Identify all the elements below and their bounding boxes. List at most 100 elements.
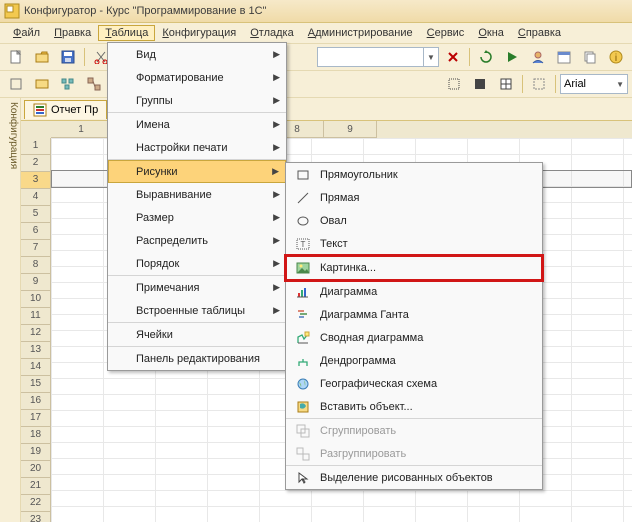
submenu-label: Овал — [320, 215, 347, 227]
menu-item[interactable]: Рисунки▶ — [108, 160, 286, 183]
submenu-label: Вставить объект... — [320, 401, 413, 413]
menu-окна[interactable]: Окна — [471, 25, 511, 41]
menu-item[interactable]: Ячейки — [108, 323, 286, 347]
submenu-item[interactable]: Вставить объект... — [286, 395, 542, 419]
document-tab[interactable]: Отчет Пр — [24, 100, 107, 119]
row-header[interactable]: 21 — [21, 478, 51, 495]
menu-конфигурация[interactable]: Конфигурация — [155, 25, 243, 41]
menu-item[interactable]: Встроенные таблицы▶ — [108, 299, 286, 323]
group-icon — [294, 422, 312, 440]
menu-item[interactable]: Вид▶ — [108, 43, 286, 66]
box-icon[interactable] — [4, 73, 28, 95]
menu-item[interactable]: Выравнивание▶ — [108, 183, 286, 206]
row-header[interactable]: 15 — [21, 376, 51, 393]
row-header[interactable]: 22 — [21, 495, 51, 512]
submenu-item: Сгруппировать — [286, 419, 542, 442]
menu-отладка[interactable]: Отладка — [243, 25, 301, 41]
geo-icon — [294, 375, 312, 393]
cell-icon[interactable] — [494, 73, 518, 95]
sheet-corner[interactable] — [21, 121, 52, 139]
toolbar-separator — [84, 48, 85, 66]
side-tab-configuration[interactable]: Конфигурация — [0, 98, 21, 522]
menu-item[interactable]: Группы▶ — [108, 89, 286, 113]
row-header[interactable]: 7 — [21, 240, 51, 257]
row-header[interactable]: 18 — [21, 427, 51, 444]
submenu-item[interactable]: Географическая схема — [286, 372, 542, 395]
submenu-item[interactable]: Выделение рисованных объектов — [286, 466, 542, 489]
row-header[interactable]: 14 — [21, 359, 51, 376]
row-header[interactable]: 4 — [21, 189, 51, 206]
row-header[interactable]: 11 — [21, 308, 51, 325]
picture-icon — [294, 259, 312, 277]
row-header[interactable]: 2 — [21, 155, 51, 172]
document-icon — [33, 103, 47, 117]
menu-файл[interactable]: Файл — [6, 25, 47, 41]
new-file-icon[interactable] — [4, 46, 28, 68]
row-headers: 1234567891011121314151617181920212223242… — [21, 138, 51, 522]
menu-администрирование[interactable]: Администрирование — [301, 25, 420, 41]
play-icon[interactable] — [500, 46, 524, 68]
menu-сервис[interactable]: Сервис — [420, 25, 472, 41]
submenu-label: Диаграмма Ганта — [320, 309, 409, 321]
open-file-icon[interactable] — [30, 46, 54, 68]
border-icon[interactable] — [442, 73, 466, 95]
row-header[interactable]: 13 — [21, 342, 51, 359]
menu-справка[interactable]: Справка — [511, 25, 568, 41]
submenu-label: Картинка... — [320, 262, 376, 274]
copy-icon[interactable] — [578, 46, 602, 68]
column-header[interactable]: 9 — [324, 121, 377, 138]
menu-правка[interactable]: Правка — [47, 25, 98, 41]
submenu-item[interactable]: Диаграмма Ганта — [286, 303, 542, 326]
menu-item[interactable]: Имена▶ — [108, 113, 286, 136]
refresh-icon[interactable] — [474, 46, 498, 68]
tree-icon[interactable] — [56, 73, 80, 95]
chevron-down-icon[interactable]: ▼ — [616, 80, 624, 89]
row-header[interactable]: 5 — [21, 206, 51, 223]
submenu-item[interactable]: Сводная диаграмма — [286, 326, 542, 349]
submenu-item[interactable]: Картинка... — [286, 256, 542, 280]
search-combo[interactable]: ▼ — [317, 47, 439, 67]
dotted-box-icon[interactable] — [527, 73, 551, 95]
row-header[interactable]: 16 — [21, 393, 51, 410]
row-header[interactable]: 10 — [21, 291, 51, 308]
row-header[interactable]: 20 — [21, 461, 51, 478]
column-header[interactable]: 1 — [51, 121, 112, 138]
submenu-item[interactable]: Прямая — [286, 186, 542, 209]
row-header[interactable]: 12 — [21, 325, 51, 342]
save-icon[interactable] — [56, 46, 80, 68]
row-header[interactable]: 9 — [21, 274, 51, 291]
flow-icon[interactable] — [82, 73, 106, 95]
toolbar-separator — [555, 75, 556, 93]
row-header[interactable]: 8 — [21, 257, 51, 274]
menu-item[interactable]: Форматирование▶ — [108, 66, 286, 89]
menu-таблица[interactable]: Таблица — [98, 25, 155, 41]
submenu-arrow-icon: ▶ — [273, 212, 280, 223]
menu-item[interactable]: Порядок▶ — [108, 252, 286, 276]
drawings-submenu: ПрямоугольникПрямая Овал TТекст Картинка...… — [285, 162, 543, 490]
row-header[interactable]: 1 — [21, 138, 51, 155]
row-header[interactable]: 6 — [21, 223, 51, 240]
submenu-item[interactable]: Диаграмма — [286, 280, 542, 303]
menu-item[interactable]: Панель редактирования — [108, 347, 286, 370]
submenu-item[interactable]: Овал — [286, 209, 542, 232]
calendar-icon[interactable] — [552, 46, 576, 68]
submenu-item[interactable]: TТекст — [286, 232, 542, 256]
font-combo[interactable]: Arial▼ — [560, 74, 628, 94]
menu-item[interactable]: Настройки печати▶ — [108, 136, 286, 160]
submenu-label: Диаграмма — [320, 286, 377, 298]
help-icon[interactable]: i — [604, 46, 628, 68]
chevron-down-icon[interactable]: ▼ — [423, 48, 438, 66]
menu-item[interactable]: Распределить▶ — [108, 229, 286, 252]
submenu-item[interactable]: Дендрограмма — [286, 349, 542, 372]
close-search-icon[interactable] — [441, 46, 465, 68]
menu-item[interactable]: Примечания▶ — [108, 276, 286, 299]
fill-icon[interactable] — [468, 73, 492, 95]
menu-item[interactable]: Размер▶ — [108, 206, 286, 229]
row-header[interactable]: 19 — [21, 444, 51, 461]
box2-icon[interactable] — [30, 73, 54, 95]
user-icon[interactable] — [526, 46, 550, 68]
row-header[interactable]: 23 — [21, 512, 51, 522]
submenu-item[interactable]: Прямоугольник — [286, 163, 542, 186]
row-header[interactable]: 3 — [21, 172, 51, 189]
row-header[interactable]: 17 — [21, 410, 51, 427]
